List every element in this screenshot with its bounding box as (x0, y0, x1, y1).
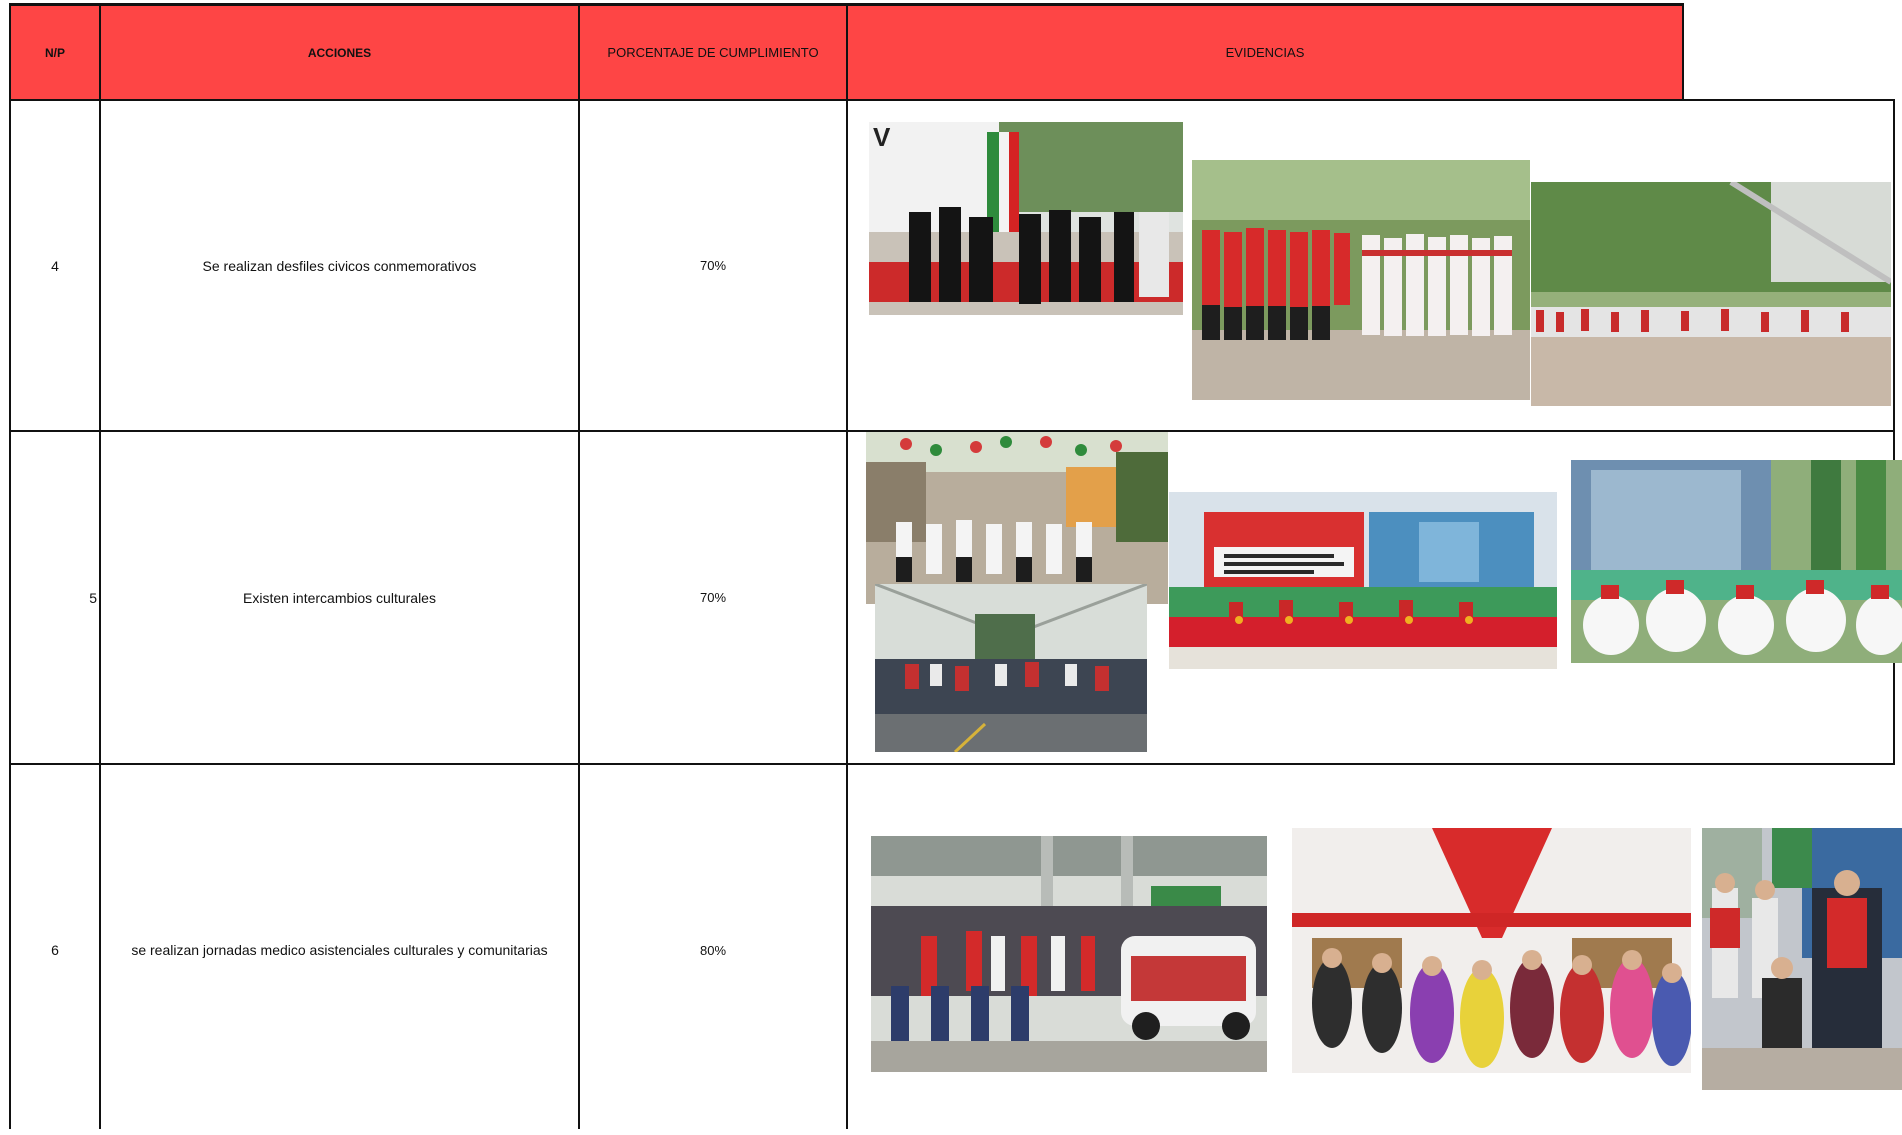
row-np: 5 (89, 589, 97, 606)
header-porcentaje: PORCENTAJE DE CUMPLIMIENTO (607, 45, 819, 60)
header-acciones: ACCIONES (307, 45, 372, 60)
row-porcentaje: 70% (699, 590, 727, 605)
row-np: 6 (51, 942, 59, 958)
evidence-photo (871, 836, 1267, 1072)
evidence-photo (866, 432, 1168, 604)
evidence-photo (1192, 160, 1530, 400)
row-accion: Existen intercambios culturales (243, 589, 436, 606)
evidence-photo (1292, 828, 1691, 1073)
svg-text:V: V (873, 122, 891, 152)
row-accion: se realizan jornadas medico asistenciale… (131, 942, 548, 958)
evidence-photo (1169, 492, 1557, 669)
grid-line (846, 3, 848, 1129)
evidence-photo (1702, 828, 1902, 1090)
grid-line (1682, 3, 1684, 101)
header-evidencias: EVIDENCIAS (1225, 45, 1305, 60)
evidence-photo (875, 584, 1147, 752)
row-porcentaje: 80% (699, 942, 727, 958)
grid-line (1893, 99, 1895, 765)
evidence-photo (1571, 460, 1902, 663)
evidence-photo: V (869, 122, 1183, 315)
header-np: N/P (44, 45, 65, 60)
row-porcentaje: 70% (699, 258, 727, 273)
row-np: 4 (51, 257, 59, 274)
row-accion: Se realizan desfiles civicos conmemorati… (202, 257, 477, 274)
evidence-photo (1531, 182, 1891, 406)
